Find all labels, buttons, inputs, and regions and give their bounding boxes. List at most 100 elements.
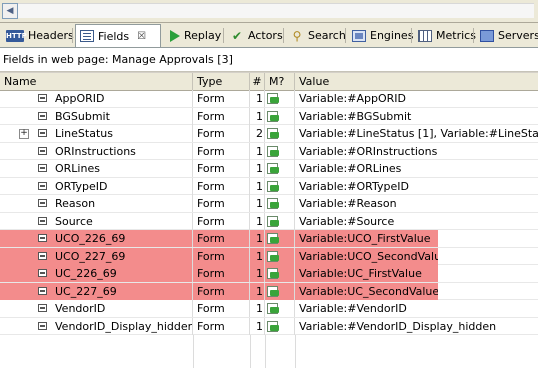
cell-count: 1 (250, 212, 265, 230)
cell-type: Form (193, 195, 250, 212)
table-row[interactable]: VendorID Form 1 Variable:#VendorID (0, 300, 538, 318)
cell-type: Form (193, 107, 250, 125)
form-field-icon (38, 251, 47, 260)
tab-label: Fields (98, 29, 130, 43)
variable-modified-icon[interactable] (266, 162, 281, 175)
search-icon: ⚲ (292, 28, 302, 43)
scrollbar-track[interactable] (18, 3, 534, 18)
column-header-name[interactable]: Name (0, 73, 193, 90)
cell-value: Variable:#LineStatus [1], Variable:#Line… (299, 127, 538, 140)
cell-value: Variable:#ORLines (299, 162, 402, 175)
field-name-text: AppORID (55, 92, 105, 105)
cell-type: Form (193, 125, 250, 142)
variable-modified-icon[interactable] (266, 215, 281, 228)
form-field-icon (38, 286, 47, 295)
tab-fields[interactable]: Fields ☒ (75, 24, 161, 47)
variable-modified-icon[interactable] (266, 302, 281, 315)
cell-value: Variable:UCO_FirstValue (295, 230, 438, 247)
cell-modified (265, 317, 295, 335)
tab-label: Replay (184, 29, 222, 42)
cell-modified (265, 265, 295, 282)
variable-modified-icon[interactable] (266, 197, 281, 210)
cell-count: 1 (250, 230, 265, 247)
column-header-value[interactable]: Value (295, 73, 538, 90)
cell-modified (265, 177, 295, 195)
table-row[interactable]: BGSubmit Form 1 Variable:#BGSubmit (0, 107, 538, 125)
form-field-icon (38, 94, 47, 102)
cell-value: Variable:#BGSubmit (299, 109, 412, 123)
cell-type: Form (193, 265, 250, 282)
cell-modified (265, 160, 295, 177)
cell-count: 1 (250, 195, 265, 212)
cell-value: Variable:#ORTypeID (299, 179, 409, 193)
column-header-count[interactable]: # (250, 73, 265, 90)
cell-name: ORInstructions (0, 142, 193, 160)
form-field-icon (38, 111, 47, 120)
cell-count: 1 (250, 282, 265, 300)
table-row[interactable]: Source Form 1 Variable:#Source (0, 212, 538, 230)
form-field-icon (38, 321, 47, 330)
form-field-icon (38, 181, 47, 190)
tab-search[interactable]: ⚲ Search (286, 25, 346, 46)
form-field-icon (38, 234, 47, 242)
expand-icon[interactable]: + (19, 129, 29, 139)
variable-modified-icon[interactable] (266, 127, 281, 140)
table-row[interactable]: UC_226_69 Form 1 Variable:UC_FirstValue (0, 265, 538, 283)
field-name-text: ORTypeID (55, 179, 108, 193)
cell-type: Form (193, 142, 250, 160)
variable-modified-icon[interactable] (266, 110, 281, 123)
tab-replay[interactable]: Replay (166, 25, 224, 46)
column-header-modified[interactable]: M? (265, 73, 295, 90)
table-row[interactable]: ORInstructions Form 1 Variable:#ORInstructi… (0, 142, 538, 160)
tab-engines[interactable]: Engines (348, 25, 413, 46)
cell-value: Variable:#VendorID (299, 302, 407, 315)
cell-count: 1 (250, 247, 265, 265)
fields-icon (80, 30, 94, 42)
form-field-icon (38, 269, 47, 277)
cell-value: Variable:#Reason (299, 197, 397, 210)
table-row[interactable]: UCO_227_69 Form 1 Variable:UCO_SecondValue (0, 247, 538, 265)
cell-name: UC_227_69 (0, 282, 193, 300)
cell-name: UC_226_69 (0, 265, 193, 282)
tab-metrics[interactable]: Metrics (414, 25, 476, 46)
top-scrollbar[interactable]: ◀ (0, 0, 538, 23)
table-row[interactable]: UC_227_69 Form 1 Variable:UC_SecondValue (0, 282, 538, 300)
table-row[interactable]: + LineStatus Form 2 Variable:#LineStatus [1]… (0, 125, 538, 143)
column-header-type[interactable]: Type (193, 73, 250, 90)
field-name-text: VendorID (55, 302, 106, 315)
cell-modified (265, 300, 295, 317)
table-row[interactable]: ORLines Form 1 Variable:#ORLines (0, 160, 538, 178)
close-icon[interactable]: ☒ (137, 31, 146, 42)
tab-headers[interactable]: HTTP Headers (2, 25, 74, 46)
variable-modified-icon[interactable] (266, 180, 281, 193)
cell-modified (265, 107, 295, 125)
field-name-text: UC_226_69 (55, 267, 117, 280)
cell-count: 1 (250, 142, 265, 160)
tab-actors[interactable]: ✔ Actors (226, 25, 284, 46)
table-row[interactable]: Reason Form 1 Variable:#Reason (0, 195, 538, 213)
cell-count: 1 (250, 160, 265, 177)
cell-modified (265, 195, 295, 212)
table-row[interactable]: VendorID_Display_hidden Form 1 Variable:#Ve… (0, 317, 538, 335)
cell-name: BGSubmit (0, 107, 193, 125)
tab-label: Headers (28, 29, 74, 42)
variable-modified-icon[interactable] (266, 320, 281, 333)
variable-modified-icon[interactable] (266, 267, 281, 280)
cell-value: Variable:#Source (299, 214, 395, 228)
cell-name: + LineStatus (0, 125, 193, 142)
table-row[interactable]: UCO_226_69 Form 1 Variable:UCO_FirstValue (0, 230, 538, 248)
cell-count: 2 (250, 125, 265, 142)
table-row[interactable]: AppORID Form 1 Variable:#AppORID (0, 90, 538, 108)
variable-modified-icon[interactable] (266, 250, 281, 263)
form-field-icon (38, 146, 47, 155)
variable-modified-icon[interactable] (266, 232, 281, 245)
variable-modified-icon[interactable] (266, 92, 281, 105)
variable-modified-icon[interactable] (266, 285, 281, 298)
form-field-icon (38, 199, 47, 207)
scroll-left-arrow-icon[interactable]: ◀ (2, 3, 18, 19)
engine-icon (352, 29, 366, 42)
table-row[interactable]: ORTypeID Form 1 Variable:#ORTypeID (0, 177, 538, 195)
cell-modified (265, 230, 295, 247)
tab-servers[interactable]: Servers (476, 25, 538, 46)
variable-modified-icon[interactable] (266, 145, 281, 158)
